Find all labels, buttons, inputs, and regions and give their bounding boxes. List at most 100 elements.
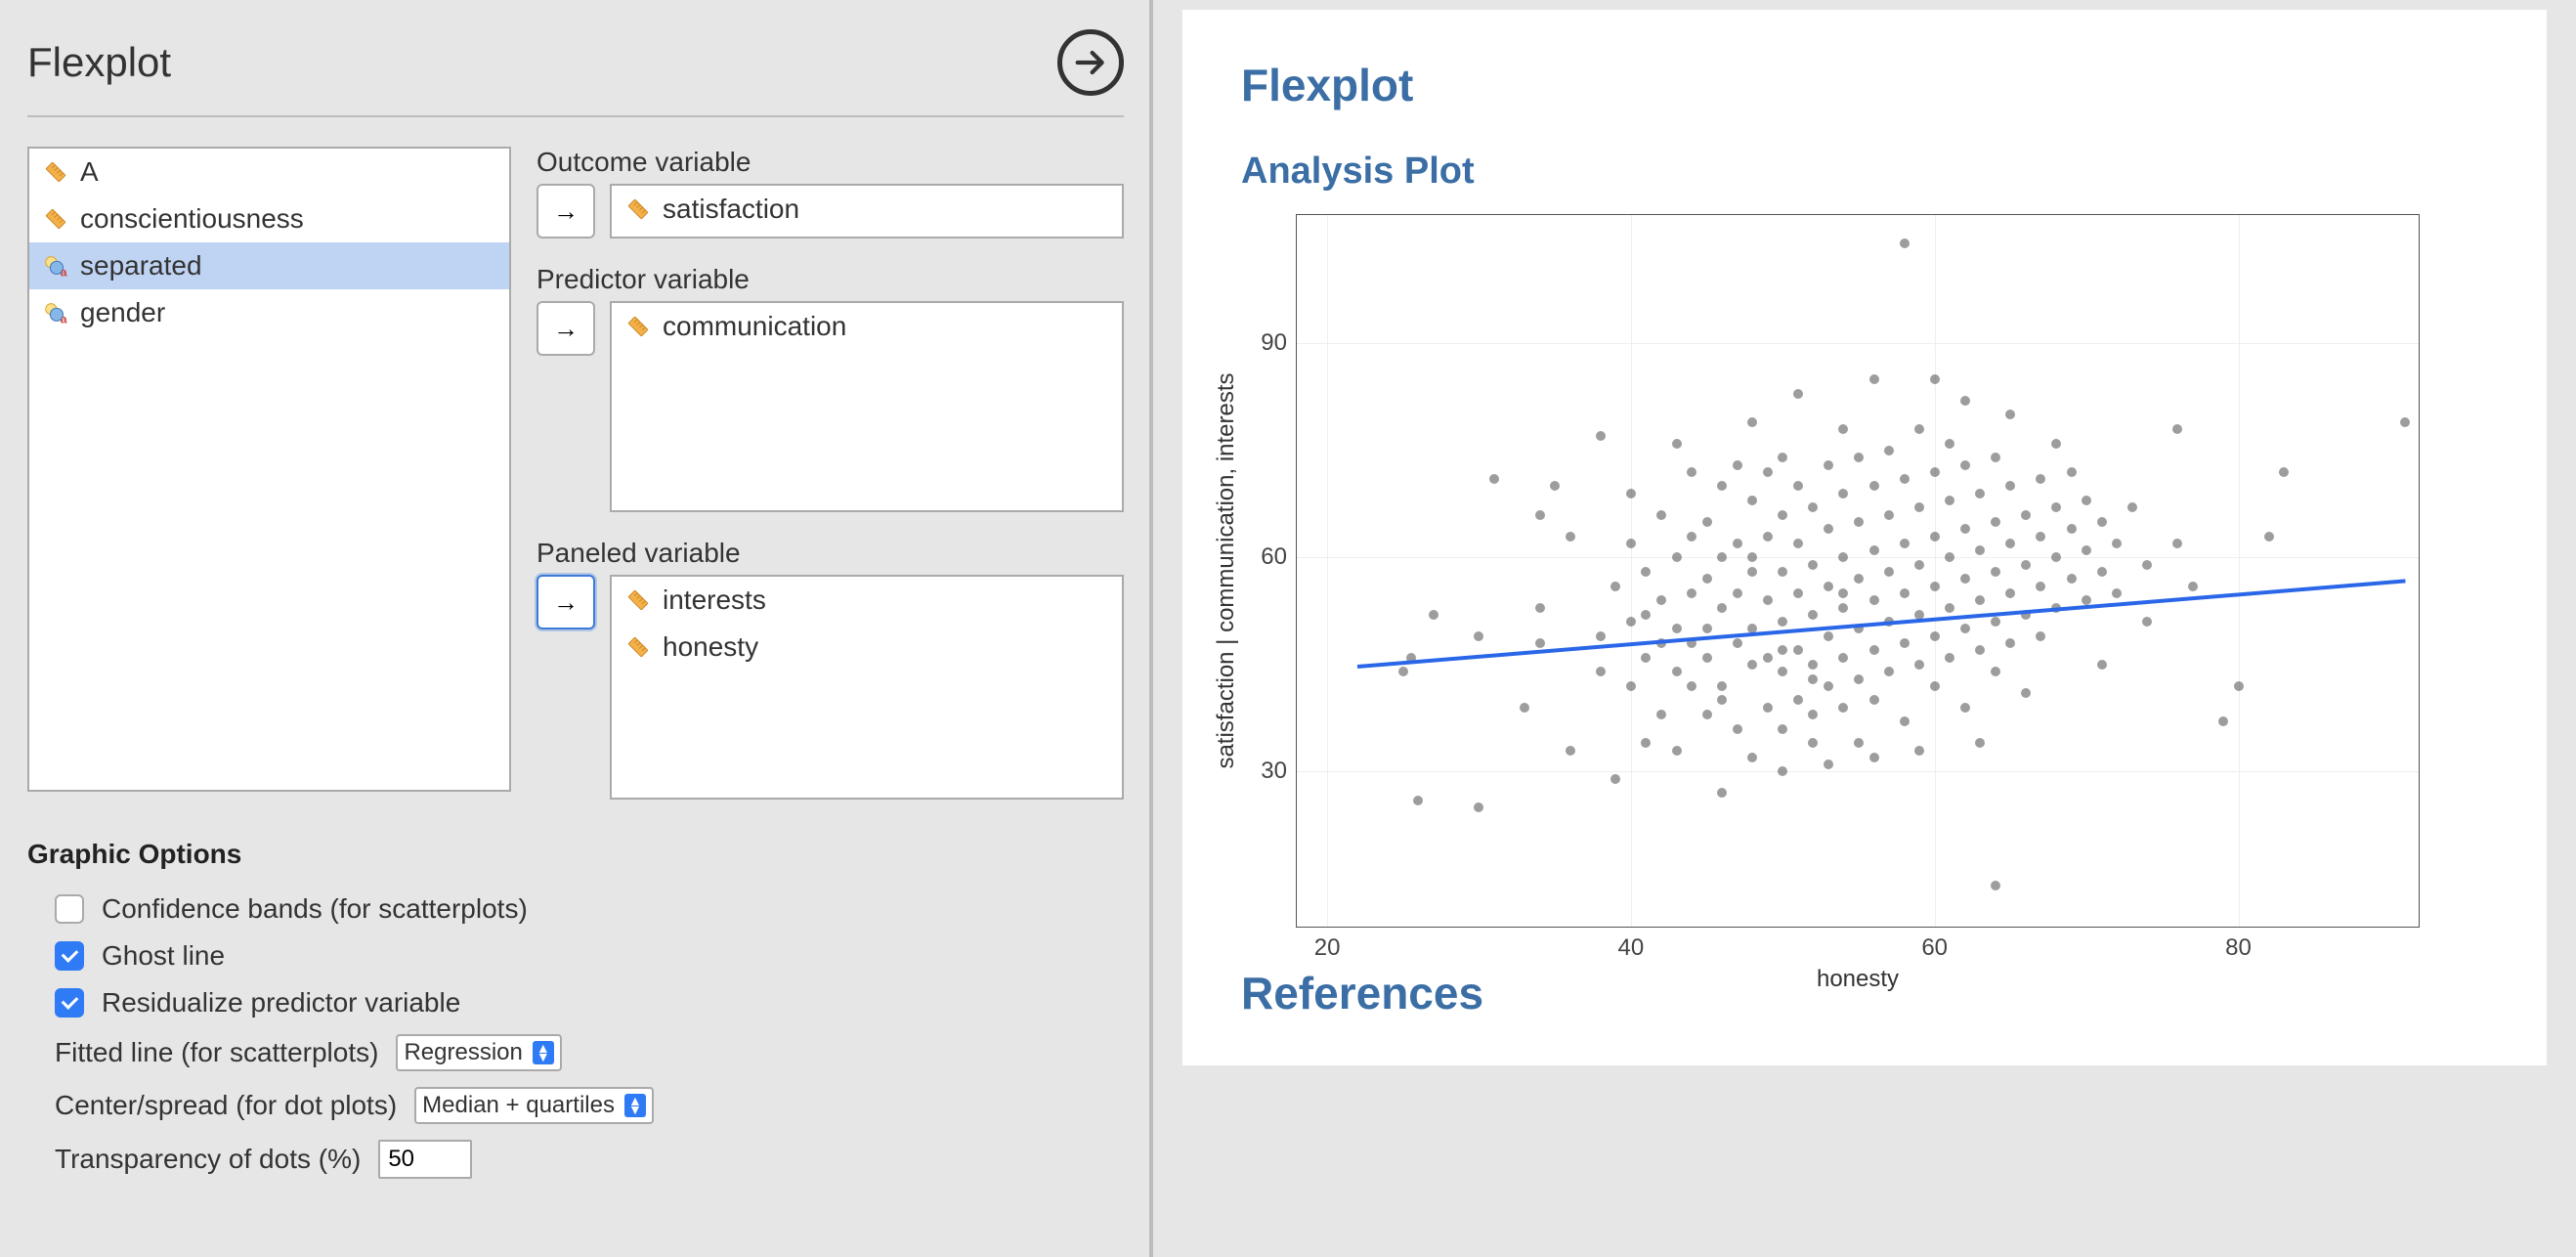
data-point xyxy=(1747,753,1757,762)
data-point xyxy=(2172,424,2182,434)
data-point xyxy=(1641,653,1651,663)
data-point xyxy=(1900,588,1910,598)
data-point xyxy=(2279,467,2289,477)
data-point xyxy=(1747,417,1757,427)
data-point xyxy=(1489,474,1499,484)
center-spread-label: Center/spread (for dot plots) xyxy=(55,1090,397,1121)
variable-honesty[interactable]: honesty xyxy=(612,624,1122,671)
data-point xyxy=(1763,595,1773,605)
output-panel: Flexplot Analysis Plot satisfaction | co… xyxy=(1182,10,2547,1065)
center-spread-select[interactable]: Median + quartiles▲▼ xyxy=(414,1087,654,1124)
data-point xyxy=(1474,802,1483,812)
assign-outcome-button[interactable]: → xyxy=(537,184,595,238)
data-point xyxy=(1672,746,1682,756)
variable-separated[interactable]: aseparated xyxy=(29,242,509,289)
data-point xyxy=(1991,617,2000,627)
variables-list[interactable]: Aconscientiousnessaseparatedagender xyxy=(27,147,511,792)
transparency-input[interactable] xyxy=(378,1140,472,1179)
data-point xyxy=(2400,417,2410,427)
data-point xyxy=(1733,588,1742,598)
run-button[interactable] xyxy=(1057,29,1124,96)
data-point xyxy=(2142,617,2152,627)
data-point xyxy=(1566,746,1575,756)
options-title: Graphic Options xyxy=(27,839,1124,870)
panel-box[interactable]: interestshonesty xyxy=(610,575,1124,800)
data-point xyxy=(1838,552,1848,562)
data-point xyxy=(1702,517,1712,527)
data-point xyxy=(1641,738,1651,748)
arrow-right-icon xyxy=(1071,43,1110,82)
variable-conscientiousness[interactable]: conscientiousness xyxy=(29,195,509,242)
data-point xyxy=(1838,603,1848,613)
data-point xyxy=(1869,545,1879,555)
data-point xyxy=(1884,510,1894,520)
data-point xyxy=(1869,753,1879,762)
data-point xyxy=(1930,467,1940,477)
data-point xyxy=(1717,695,1727,705)
data-point xyxy=(1960,703,1970,713)
data-point xyxy=(1869,374,1879,384)
data-point xyxy=(1975,489,1985,498)
variable-A[interactable]: A xyxy=(29,149,509,195)
data-point xyxy=(1733,460,1742,470)
scale-icon xyxy=(623,195,653,224)
data-point xyxy=(1900,638,1910,648)
outcome-box[interactable]: satisfaction xyxy=(610,184,1124,238)
scale-icon xyxy=(623,312,653,341)
predictor-box[interactable]: communication xyxy=(610,301,1124,512)
assign-predictor-button[interactable]: → xyxy=(537,301,595,356)
y-tick: 30 xyxy=(1261,758,1287,785)
data-point xyxy=(1808,502,1818,512)
data-point xyxy=(1930,631,1940,641)
data-point xyxy=(1991,517,2000,527)
data-point xyxy=(1808,660,1818,670)
output-title: Flexplot xyxy=(1241,59,2488,111)
data-point xyxy=(1991,453,2000,462)
data-point xyxy=(1900,474,1910,484)
ghost-line-checkbox[interactable] xyxy=(55,941,84,971)
data-point xyxy=(1626,617,1636,627)
predictor-label: Predictor variable xyxy=(537,264,1124,295)
data-point xyxy=(1854,517,1864,527)
panel-title: Flexplot xyxy=(27,39,171,86)
assign-panel-button[interactable]: → xyxy=(537,575,595,629)
y-axis-label: satisfaction | communication, interests xyxy=(1213,372,1240,768)
variable-interests[interactable]: interests xyxy=(612,577,1122,624)
data-point xyxy=(1869,645,1879,655)
data-point xyxy=(2112,588,2122,598)
data-point xyxy=(1656,595,1666,605)
data-point xyxy=(2036,631,2045,641)
confidence-bands-checkbox[interactable] xyxy=(55,894,84,924)
data-point xyxy=(2021,510,2031,520)
data-point xyxy=(1975,738,1985,748)
data-point xyxy=(1687,467,1696,477)
svg-text:a: a xyxy=(61,312,67,325)
data-point xyxy=(2097,567,2107,577)
variable-communication[interactable]: communication xyxy=(612,303,1122,350)
outcome-label: Outcome variable xyxy=(537,147,1124,178)
data-point xyxy=(1687,588,1696,598)
data-point xyxy=(1702,653,1712,663)
x-tick: 60 xyxy=(1921,934,1948,962)
data-point xyxy=(2264,532,2274,542)
fitted-line-select[interactable]: Regression▲▼ xyxy=(396,1034,561,1071)
residualize-checkbox[interactable] xyxy=(55,988,84,1018)
data-point xyxy=(1793,695,1803,705)
data-point xyxy=(2082,545,2091,555)
data-point xyxy=(1656,710,1666,719)
data-point xyxy=(1747,567,1757,577)
data-point xyxy=(1824,681,1833,691)
data-point xyxy=(1838,489,1848,498)
data-point xyxy=(1778,724,1787,734)
data-point xyxy=(1854,674,1864,684)
data-point xyxy=(1824,759,1833,769)
data-point xyxy=(1687,681,1696,691)
data-point xyxy=(2112,539,2122,548)
variable-gender[interactable]: agender xyxy=(29,289,509,336)
data-point xyxy=(1808,710,1818,719)
data-point xyxy=(1610,582,1620,591)
regression-line xyxy=(1357,579,2406,669)
variable-satisfaction[interactable]: satisfaction xyxy=(612,186,1122,233)
data-point xyxy=(1793,389,1803,399)
data-point xyxy=(1914,424,1924,434)
